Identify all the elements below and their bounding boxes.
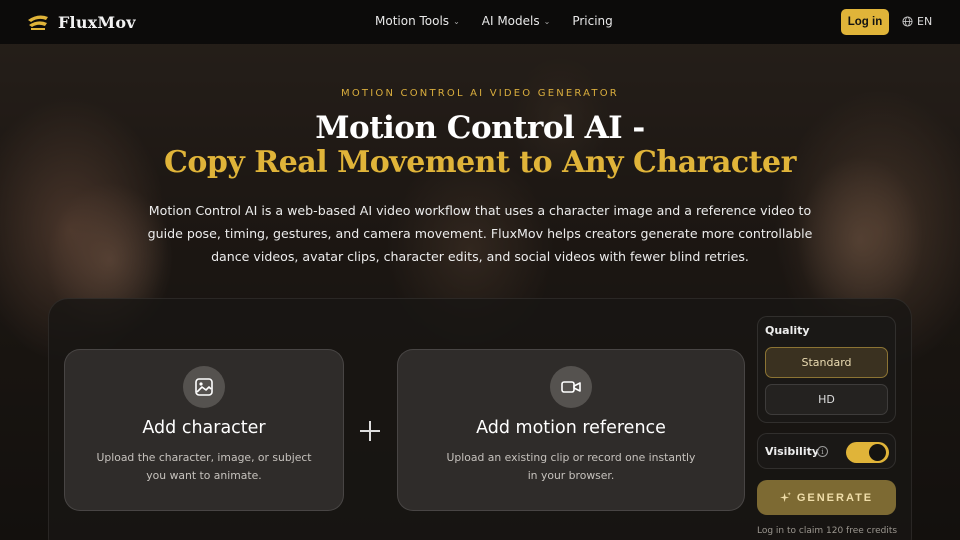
hero-description: Motion Control AI is a web-based AI vide…	[147, 203, 813, 264]
toggle-knob	[869, 444, 886, 461]
chevron-down-icon: ⌄	[543, 16, 551, 26]
add-character-dropzone[interactable]: Add character Upload the character, imag…	[64, 349, 344, 511]
quality-selector: Quality Standard HD	[757, 316, 896, 423]
hero-title: Motion Control AI -	[315, 110, 645, 146]
top-nav-bar: FluxMov Motion Tools ⌄ AI Models ⌄ Prici…	[0, 0, 960, 44]
nav-label: Pricing	[572, 14, 613, 28]
main-nav: Motion Tools ⌄ AI Models ⌄ Pricing	[375, 14, 613, 28]
nav-pricing[interactable]: Pricing	[572, 14, 612, 28]
globe-icon	[902, 16, 913, 27]
card-subtitle: Upload an existing clip or record one in…	[446, 451, 696, 482]
card-subtitle: Upload the character, image, or subject …	[96, 451, 312, 482]
chevron-down-icon: ⌄	[453, 16, 460, 26]
quality-option-standard[interactable]: Standard	[765, 347, 888, 378]
info-icon[interactable]: i	[817, 446, 828, 457]
image-icon	[183, 366, 225, 408]
generate-button[interactable]: GENERATE	[757, 480, 896, 515]
generate-label: GENERATE	[796, 491, 874, 504]
nav-ai-models[interactable]: AI Models ⌄	[482, 14, 551, 28]
brand-name: FluxMov	[58, 12, 136, 32]
hero-eyebrow: MOTION CONTROL AI VIDEO GENERATOR	[341, 88, 619, 99]
language-selector[interactable]: EN	[902, 15, 932, 28]
quality-option-hd[interactable]: HD	[765, 384, 888, 415]
nav-label: AI Models	[481, 14, 540, 28]
brand-logo[interactable]: FluxMov	[26, 11, 136, 33]
add-motion-reference-dropzone[interactable]: Add motion reference Upload an existing …	[397, 349, 745, 511]
sparkle-icon	[779, 492, 791, 503]
logo-icon	[28, 15, 48, 30]
visibility-toggle[interactable]	[846, 442, 889, 463]
card-title: Add character	[142, 418, 266, 438]
card-title: Add motion reference	[476, 418, 666, 438]
visibility-label: Visibility	[765, 445, 820, 458]
language-label: EN	[917, 15, 933, 28]
free-credits-note: Log in to claim 120 free credits	[757, 526, 898, 536]
visibility-control: Visibility i	[757, 433, 896, 469]
nav-motion-tools[interactable]: Motion Tools ⌄	[375, 14, 460, 28]
login-button[interactable]: Log in	[841, 9, 889, 35]
nav-label: Motion Tools	[375, 14, 450, 28]
hero-title-highlight: Copy Real Movement to Any Character	[164, 145, 796, 180]
video-camera-icon	[550, 366, 592, 408]
quality-label: Quality	[765, 324, 810, 337]
plus-icon	[360, 421, 380, 441]
